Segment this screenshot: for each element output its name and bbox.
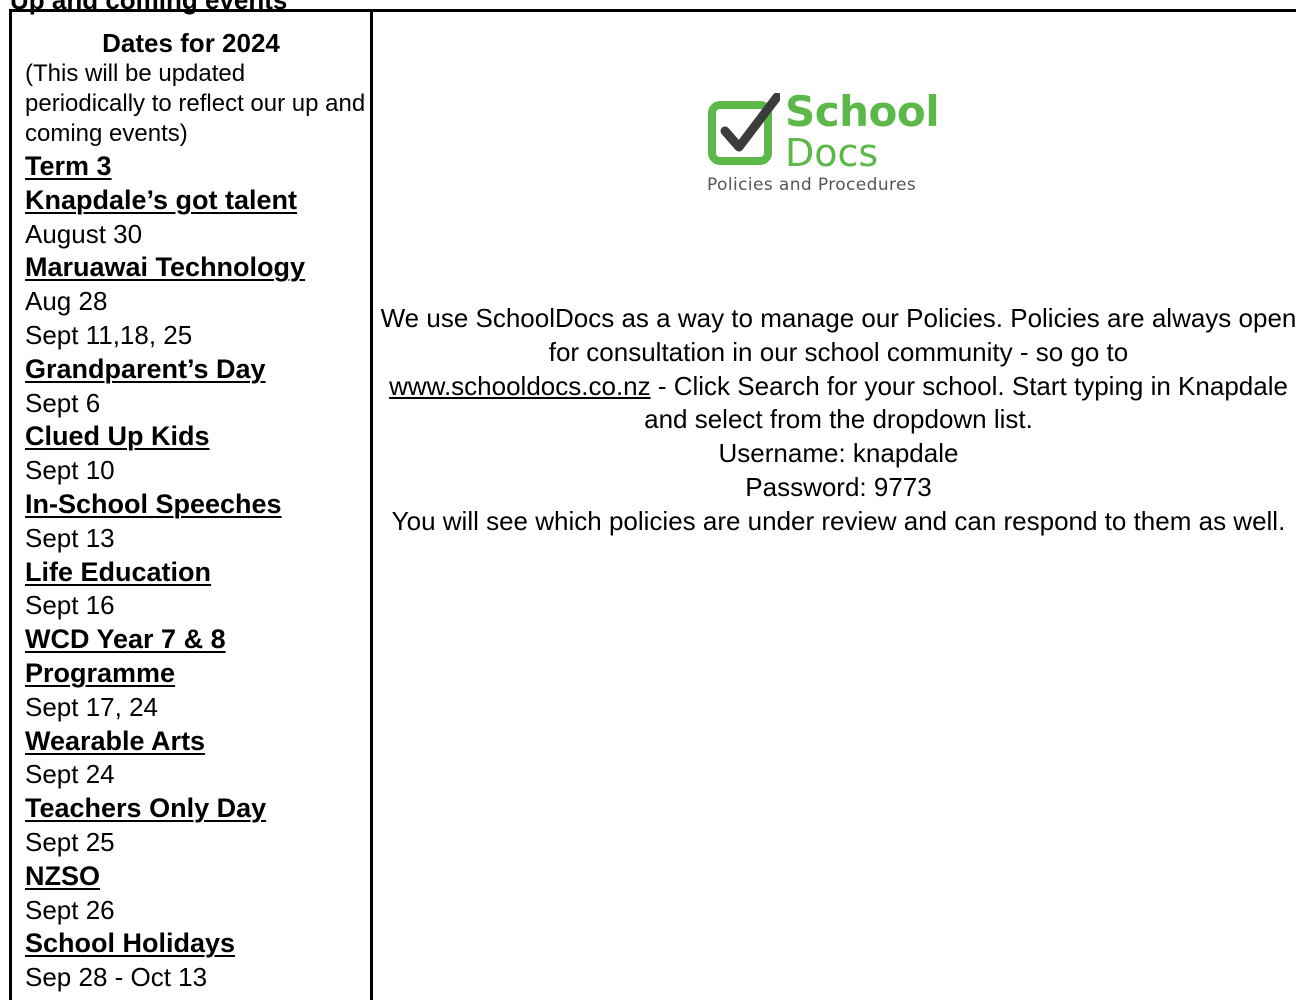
event-date: Sept 6 [25, 387, 101, 418]
event-date: Sept 13 [25, 522, 115, 553]
policies-paragraph: We use SchoolDocs as a way to manage our… [373, 302, 1296, 437]
event-item: WCD Year 7 & 8 Programme Sept 17, 24 [25, 623, 370, 724]
event-name: School Holidays [25, 928, 236, 959]
paragraph-intro: We use SchoolDocs as a way to manage our… [380, 303, 1296, 367]
event-name: Life Education [25, 556, 212, 587]
event-name: Clued Up Kids [25, 421, 210, 452]
event-name: Term 3 [25, 151, 112, 181]
events-list: Term 3 Knapdale’s got talent August 30 Maru… [25, 150, 370, 995]
event-date: Sep 28 - Oct 13 [25, 962, 208, 993]
event-date: Sept 17, 24 [25, 691, 158, 722]
event-item: Clued Up Kids Sept 10 [25, 420, 370, 488]
password-line: Password: 9773 [745, 471, 932, 502]
events-table: Dates for 2024 (This will be updated per… [9, 9, 1296, 1000]
event-item: Grandparent’s Day Sept 6 [25, 353, 370, 421]
event-name: NZSO [25, 860, 101, 891]
event-item: NZSO Sept 26 [25, 860, 370, 928]
event-item: In-School Speeches Sept 13 [25, 488, 370, 556]
event-date: Sept 11,18, 25 [25, 319, 193, 350]
policies-column: School Docs Policies and Procedures We u… [373, 12, 1296, 1000]
event-item: Life Education Sept 16 [25, 556, 370, 624]
schooldocs-link[interactable]: www.schooldocs.co.nz [389, 371, 651, 401]
username-line: Username: knapdale [718, 438, 959, 469]
event-item: Wearable Arts Sept 24 [25, 725, 370, 793]
schooldocs-logo: School Docs Policies and Procedures [703, 88, 973, 208]
event-date: Sept 16 [25, 590, 115, 621]
event-item: Maruawai Technology Aug 28 Sept 11,18, 25 [25, 251, 370, 352]
event-name: In-School Speeches [25, 488, 282, 519]
paragraph-instructions: - Click Search for your school. Start ty… [644, 370, 1288, 435]
page: Up and coming events Dates for 2024 (Thi… [0, 0, 1296, 1000]
event-date: Sept 26 [25, 894, 115, 925]
logo-word-school: School [785, 87, 940, 136]
checkbox-check-icon [708, 93, 780, 165]
event-name: Teachers Only Day [25, 793, 267, 824]
event-name: WCD Year 7 & 8 Programme [25, 624, 226, 688]
dates-intro: (This will be updated periodically to re… [25, 60, 366, 147]
event-date: Sept 25 [25, 826, 115, 857]
event-date: August 30 [25, 218, 143, 249]
logo-tagline: Policies and Procedures [707, 175, 917, 195]
logo-word-docs: Docs [785, 131, 879, 175]
event-date: Sept 10 [25, 455, 115, 486]
event-name: Grandparent’s Day [25, 353, 266, 384]
event-item: School Holidays Sep 28 - Oct 13 [25, 927, 370, 995]
dates-column: Dates for 2024 (This will be updated per… [12, 12, 373, 1000]
event-name: Maruawai Technology [25, 252, 306, 283]
event-item: Knapdale’s got talent August 30 [25, 184, 370, 252]
event-item: Term 3 [25, 150, 370, 184]
event-name: Knapdale’s got talent [25, 184, 298, 215]
dates-title: Dates for 2024 [102, 28, 280, 58]
policies-info: We use SchoolDocs as a way to manage our… [373, 302, 1296, 539]
closing-line: You will see which policies are under re… [391, 505, 1286, 536]
event-name: Wearable Arts [25, 725, 206, 756]
event-date: Sept 24 [25, 759, 115, 790]
event-date: Aug 28 [25, 286, 108, 317]
event-item: Teachers Only Day Sept 25 [25, 792, 370, 860]
